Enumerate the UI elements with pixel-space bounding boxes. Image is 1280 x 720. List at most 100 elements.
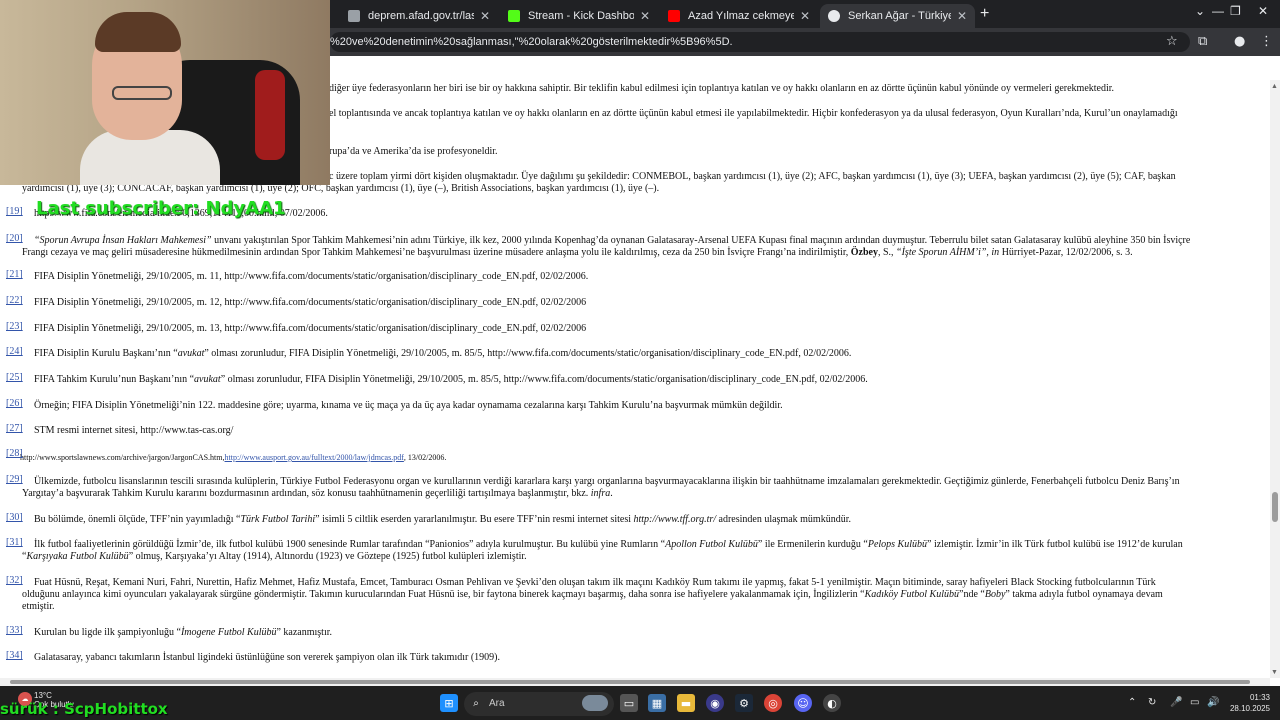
footnote: [29] Ülkemizde, futbolcu lisanslarının t… <box>6 474 1266 500</box>
footnote-text: Ülkemizde, futbolcu lisanslarının tescil… <box>34 476 1180 487</box>
close-icon[interactable]: ✕ <box>640 9 650 23</box>
footnote-text: ” kazanmıştır. <box>276 627 333 638</box>
footnote-text: , 13/02/2006. <box>403 453 447 462</box>
vertical-scrollbar[interactable]: ▲ ▼ <box>1270 80 1280 678</box>
tab-search-icon[interactable]: ⌄ <box>1195 4 1205 18</box>
chrome-icon[interactable]: ◎ <box>764 694 782 712</box>
footnote-ref[interactable]: [22] <box>6 295 23 307</box>
maximize-icon[interactable]: ❐ <box>1230 4 1241 18</box>
footnote-text: ” olması zorunludur, FIFA Disiplin Yönet… <box>220 374 868 385</box>
clock-date: 28.10.2025 <box>1229 704 1270 713</box>
profile-avatar[interactable]: ● <box>1234 34 1245 49</box>
scrollbar-thumb[interactable] <box>10 680 1250 684</box>
footnote-text: Örneğin; FIFA Disiplin Yönetmeliği’nin 1… <box>34 400 783 411</box>
sync-icon[interactable]: ↻ <box>1148 697 1156 708</box>
bookmark-star-icon[interactable]: ☆ <box>1166 34 1178 49</box>
footnote-link[interactable]: http://www.ausport.gov.au/fulltext/2000/… <box>225 453 404 462</box>
footnote: [34] Galatasaray, yabancı takımların İst… <box>6 650 1266 664</box>
tab-wikipedia[interactable]: Serkan Ağar - Türkiye Futbol Fe ✕ <box>820 4 975 28</box>
network-icon[interactable]: ▭ <box>1190 697 1199 708</box>
footnote-text: ” takma adıyla futbol oynamaya devam <box>1005 589 1163 600</box>
footnote: [26] Örneğin; FIFA Disiplin Yönetmeliği’… <box>6 398 1266 412</box>
tab-afad[interactable]: deprem.afad.gov.tr/last-earthq ✕ <box>340 4 498 28</box>
text-line: rupa’da ve Amerika’da ise profesyoneldir… <box>329 146 498 157</box>
app-icon[interactable]: ◉ <box>706 694 724 712</box>
footnote-text: İlk futbol faaliyetlerinin görüldüğü İzm… <box>34 539 666 550</box>
footnote-ref[interactable]: [34] <box>6 650 23 662</box>
gaming-chair-accent <box>255 70 285 160</box>
footnote-text: unvanı yakıştırılan Spor Tahkim Mahkemes… <box>211 235 1191 246</box>
footnote-ref[interactable]: [25] <box>6 372 23 384</box>
close-icon[interactable]: ✕ <box>957 9 967 23</box>
steam-icon[interactable]: ⚙ <box>735 694 753 712</box>
footnote-text: etmiştir. <box>22 601 55 612</box>
footnote-text: ” ile Ermenilerin kurduğu “ <box>757 539 868 550</box>
footnote-text: Hürriyet-Pazar, 12/02/2006, s. 3. <box>999 247 1133 258</box>
footnote-italic: “Sporun Avrupa İnsan Hakları Mahkemesi” <box>34 235 212 246</box>
discord-icon[interactable]: ☺ <box>794 694 812 712</box>
footnote-text: ” olmuş, Karşıyaka’yı Altay (1914), Altı… <box>128 551 527 562</box>
footnote-italic: Boby <box>984 589 1006 600</box>
search-icon: ⌕ <box>473 697 479 709</box>
close-window-icon[interactable]: ✕ <box>1258 4 1268 18</box>
file-explorer-icon[interactable]: ▬ <box>677 694 695 712</box>
streamer-hair <box>95 12 181 52</box>
footnote: [27] STM resmi internet sitesi, http://w… <box>6 423 1266 437</box>
footnote-text: Frangı cezaya ve maç geliri müsaderesine… <box>22 247 851 258</box>
tab-kick[interactable]: Stream - Kick Dashboard ✕ <box>500 4 658 28</box>
footnote-ref[interactable]: [29] <box>6 474 23 486</box>
windows-start-icon[interactable]: ⊞ <box>440 694 458 712</box>
footnote-ref[interactable]: [28] <box>6 448 23 460</box>
footnote-ref[interactable]: [27] <box>6 423 23 435</box>
calculator-icon[interactable]: ▦ <box>648 694 666 712</box>
footnote-ref[interactable]: [20] <box>6 233 23 245</box>
tab-youtube[interactable]: Azad Yılmaz cekmeyen telefon ✕ <box>660 4 818 28</box>
volume-icon[interactable]: 🔊 <box>1207 697 1219 708</box>
url-text[interactable]: %20ve%20denetimin%20sağlanması,"%20olara… <box>330 36 733 48</box>
clock[interactable]: 01:33 28.10.2025 <box>1222 692 1270 714</box>
footnote-ref[interactable]: [24] <box>6 346 23 358</box>
footnote-text: Kurulan bu ligde ilk şampiyonluğu “ <box>34 627 181 638</box>
scroll-down-icon[interactable]: ▼ <box>1271 668 1278 676</box>
minimize-icon[interactable]: — <box>1212 4 1224 18</box>
footnote-ref[interactable]: [32] <box>6 575 23 587</box>
footnote-ref[interactable]: [26] <box>6 398 23 410</box>
task-view-icon[interactable]: ▭ <box>620 694 638 712</box>
viewer-overlay-text: sürük : ScpHobittox <box>0 700 168 718</box>
footnote-text: FIFA Tahkim Kurulu’nun Başkanı’nın “ <box>34 374 195 385</box>
extensions-icon[interactable]: ⧉ <box>1198 34 1207 49</box>
footnote-ref[interactable]: [33] <box>6 625 23 637</box>
mic-icon[interactable]: 🎤 <box>1170 697 1182 708</box>
footnote: [31] İlk futbol faaliyetlerinin görüldüğ… <box>6 537 1266 563</box>
footnote-text: . <box>610 488 613 499</box>
footnote-ref[interactable]: [21] <box>6 269 23 281</box>
footnote: [32] Fuat Hüsnü, Reşat, Kemani Nuri, Fah… <box>6 575 1266 613</box>
footnote: [25] FIFA Tahkim Kurulu’nun Başkanı’nın … <box>6 372 1266 386</box>
footnote-text: FIFA Disiplin Yönetmeliği, 29/10/2005, m… <box>34 297 587 308</box>
close-icon[interactable]: ✕ <box>800 9 810 23</box>
footnote-italic: Karşıyaka Futbol Kulübü <box>26 551 129 562</box>
text-line: diğer üye federasyonların her biri ise b… <box>329 83 1115 94</box>
last-subscriber-overlay: Last subscriber: NdyAA1 <box>36 198 286 219</box>
footnote-italic: Türk Futbol Tarihi <box>240 514 316 525</box>
footnote-ref[interactable]: [19] <box>6 206 23 218</box>
footnote-text: adresinden ulaşmak mümkündür. <box>716 514 851 525</box>
tab-label: deprem.afad.gov.tr/last-earthq <box>368 10 474 22</box>
menu-kebab-icon[interactable]: ⋮ <box>1260 34 1273 49</box>
footnote-text: FIFA Disiplin Yönetmeliği, 29/10/2005, m… <box>34 323 587 334</box>
footnote-ref[interactable]: [31] <box>6 537 23 549</box>
close-icon[interactable]: ✕ <box>480 9 490 23</box>
tab-label: Stream - Kick Dashboard <box>528 10 634 22</box>
footnote: [33] Kurulan bu ligde ilk şampiyonluğu “… <box>6 625 1266 639</box>
footnote: [22] FIFA Disiplin Yönetmeliği, 29/10/20… <box>6 295 1266 309</box>
scrollbar-thumb[interactable] <box>1272 492 1278 522</box>
scroll-up-icon[interactable]: ▲ <box>1271 82 1278 90</box>
tray-chevron-icon[interactable]: ⌃ <box>1128 697 1136 708</box>
horizontal-scrollbar[interactable] <box>0 678 1270 686</box>
footnote-ref[interactable]: [23] <box>6 321 23 333</box>
footnote-italic: Pelops Kulübü <box>867 539 928 550</box>
footnote-ref[interactable]: [30] <box>6 512 23 524</box>
footnote-italic: infra <box>590 488 611 499</box>
obs-icon[interactable]: ◐ <box>823 694 841 712</box>
new-tab-icon[interactable]: + <box>980 5 989 23</box>
